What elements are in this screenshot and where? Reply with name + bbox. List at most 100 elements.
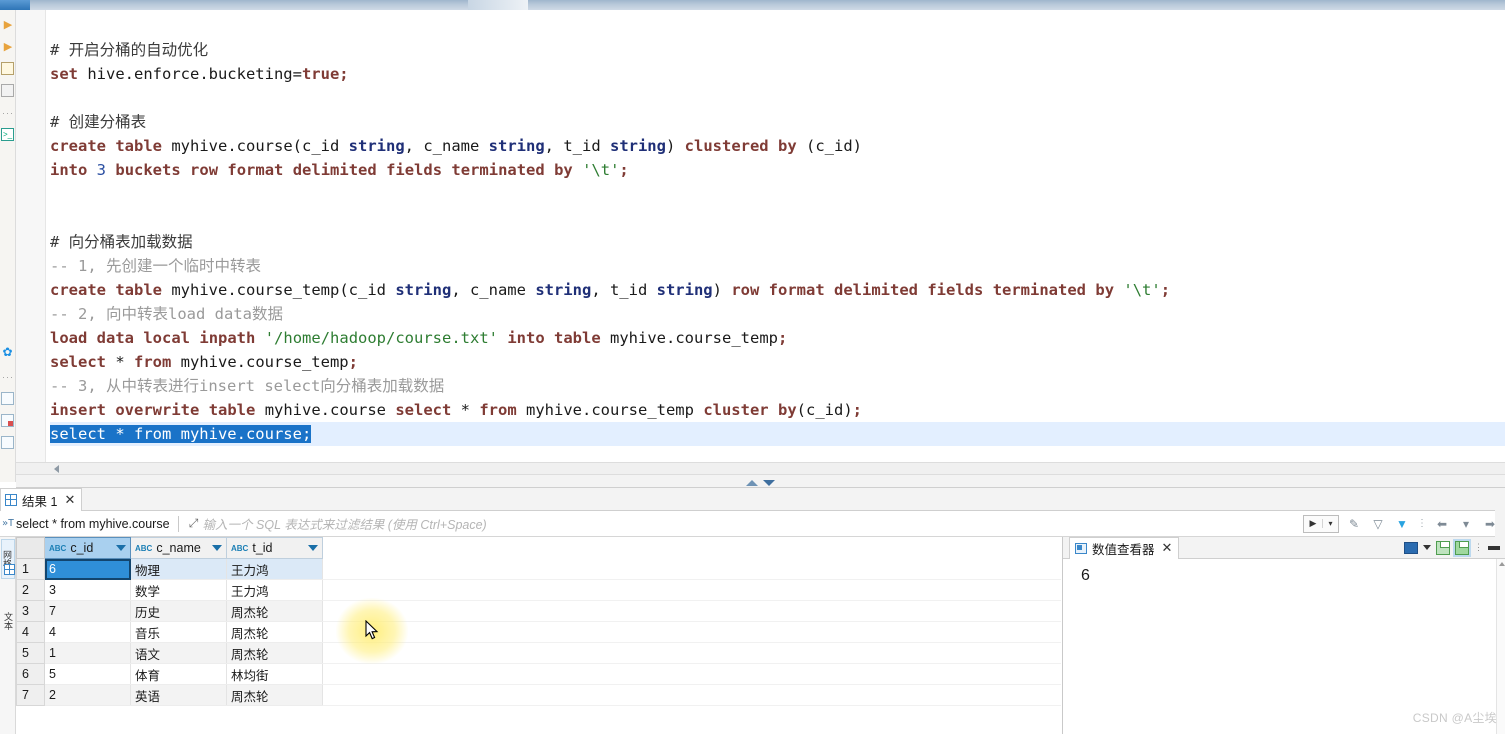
code-line[interactable]: select * from myhive.course_temp; <box>50 350 1505 374</box>
code-line[interactable]: create table myhive.course_temp(c_id str… <box>50 278 1505 302</box>
execute-statement-icon[interactable]: ▶ <box>1 18 15 32</box>
editor-results-splitter[interactable] <box>16 474 1505 488</box>
splitter-arrows[interactable] <box>746 478 782 488</box>
titlebar-active-tab[interactable] <box>0 0 30 10</box>
cell-c_name[interactable]: 历史 <box>130 600 227 622</box>
cell-t_id[interactable]: 王力鸿 <box>226 579 323 601</box>
code-line[interactable]: into 3 buckets row format delimited fiel… <box>50 158 1505 182</box>
table-row[interactable]: 7 2 英语 周杰轮 <box>16 684 1061 706</box>
code-line[interactable]: insert overwrite table myhive.course sel… <box>50 398 1505 422</box>
code-line[interactable] <box>50 206 1505 230</box>
toolbar-overflow-icon[interactable]: ··· <box>1 106 15 120</box>
table-row[interactable]: 3 7 历史 周杰轮 <box>16 600 1061 622</box>
table-row[interactable]: 5 1 语文 周杰轮 <box>16 642 1061 664</box>
apply-filter-button-group[interactable]: ▶ ▾ <box>1303 514 1339 533</box>
cell-t_id[interactable]: 周杰轮 <box>226 684 323 706</box>
code-line[interactable]: load data local inpath '/home/hadoop/cou… <box>50 326 1505 350</box>
table-row[interactable]: 2 3 数学 王力鸿 <box>16 579 1061 601</box>
chevron-down-icon[interactable] <box>308 545 318 551</box>
table-row[interactable]: 1 6 物理 王力鸿 <box>16 558 1061 580</box>
scroll-up-arrow-icon[interactable] <box>1499 562 1505 566</box>
filter-input-placeholder[interactable]: 输入一个 SQL 表达式来过滤结果 (使用 Ctrl+Space) <box>203 514 487 533</box>
value-viewer-scrollbar[interactable] <box>1496 559 1505 734</box>
code-line[interactable]: -- 3, 从中转表进行insert select向分桶表加载数据 <box>50 374 1505 398</box>
code-line[interactable]: create table myhive.course(c_id string, … <box>50 134 1505 158</box>
column-header-c_id[interactable]: ABC c_id <box>44 537 131 559</box>
code-line[interactable]: select * from myhive.course; <box>50 422 1505 446</box>
tab-value-viewer[interactable]: 数值查看器 ✕ <box>1069 536 1180 559</box>
cell-t_id[interactable]: 周杰轮 <box>226 600 323 622</box>
cell-t_id[interactable]: 王力鸿 <box>226 558 323 580</box>
explain-execution-plan-icon[interactable] <box>1 84 14 97</box>
code-line[interactable]: # 创建分桶表 <box>50 110 1505 134</box>
row-number-cell[interactable]: 7 <box>16 684 45 706</box>
save-filter-icon[interactable]: ▽ <box>1369 517 1387 531</box>
filter-overflow-icon[interactable]: ⋮ <box>1417 518 1427 529</box>
code-line[interactable] <box>50 182 1505 206</box>
close-icon[interactable]: ✕ <box>1162 540 1173 556</box>
play-icon[interactable]: ▶ <box>1304 518 1322 529</box>
code-line[interactable]: -- 1, 先创建一个临时中转表 <box>50 254 1505 278</box>
cell-c_name[interactable]: 物理 <box>130 558 227 580</box>
cell-c_name[interactable]: 数学 <box>130 579 227 601</box>
presentation-tab-text[interactable]: 文本 <box>1 599 15 643</box>
load-value-icon[interactable] <box>1455 540 1469 555</box>
close-icon[interactable]: ✕ <box>64 492 75 508</box>
chevron-down-icon[interactable] <box>1423 545 1431 550</box>
code-line[interactable]: # 向分桶表加载数据 <box>50 230 1505 254</box>
column-header-c_name[interactable]: ABC c_name <box>130 537 227 559</box>
row-number-cell[interactable]: 4 <box>16 621 45 643</box>
clear-filter-icon[interactable]: ✎ <box>1345 517 1363 531</box>
table-row[interactable]: 4 4 音乐 周杰轮 <box>16 621 1061 643</box>
code-line[interactable]: # 开启分桶的自动优化 <box>50 38 1505 62</box>
sql-editor[interactable]: # 开启分桶的自动优化 set hive.enforce.bucketing=tr… <box>16 10 1505 462</box>
cell-c_id[interactable]: 3 <box>44 579 131 601</box>
results-data-grid[interactable]: ABC c_id ABC c_name ABC t_id 1 6 物理 王力鸿 2 3 数学 王力鸿 3 7… <box>16 537 1061 706</box>
execute-script-icon[interactable]: ▶ <box>1 40 15 54</box>
grid-body[interactable]: 1 6 物理 王力鸿 2 3 数学 王力鸿 3 7 历史 周杰轮 4 4 音乐 周杰轮 5 1 语文 周杰轮 6 5 体育林… <box>16 558 1061 706</box>
filter-query-text[interactable]: select * from myhive.course <box>16 517 170 531</box>
code-line[interactable]: -- 2, 向中转表load data数据 <box>50 302 1505 326</box>
row-number-cell[interactable]: 5 <box>16 642 45 664</box>
cell-c_name[interactable]: 语文 <box>130 642 227 664</box>
chevron-down-icon[interactable]: ▾ <box>1322 519 1338 528</box>
row-number-header[interactable] <box>16 537 45 559</box>
view-as-book-icon[interactable] <box>1404 541 1418 554</box>
cell-c_id[interactable]: 6 <box>44 558 131 580</box>
history-back-icon[interactable]: ⬅ <box>1433 517 1451 531</box>
chevron-down-icon[interactable] <box>212 545 222 551</box>
import-from-file-icon[interactable] <box>1 414 14 427</box>
cell-t_id[interactable]: 周杰轮 <box>226 621 323 643</box>
filter-funnel-icon[interactable]: ▼ <box>1393 517 1411 531</box>
execute-in-new-tab-icon[interactable] <box>1 62 14 75</box>
cell-c_id[interactable]: 1 <box>44 642 131 664</box>
value-viewer-overflow-icon[interactable]: ⋮ <box>1474 543 1483 552</box>
selected-statement[interactable]: select * from myhive.course; <box>50 425 312 443</box>
cell-c_name[interactable]: 体育 <box>130 663 227 685</box>
minimize-icon[interactable] <box>1488 545 1500 550</box>
chevron-down-icon[interactable] <box>116 545 126 551</box>
row-number-cell[interactable]: 6 <box>16 663 45 685</box>
code-line[interactable] <box>50 86 1505 110</box>
cell-c_id[interactable]: 5 <box>44 663 131 685</box>
cell-c_name[interactable]: 英语 <box>130 684 227 706</box>
results-grid-container[interactable]: ABC c_id ABC c_name ABC t_id 1 6 物理 王力鸿 2 3 数学 王力鸿 3 7… <box>16 537 1062 734</box>
presentation-tab-grid[interactable]: 网格 <box>1 539 15 579</box>
cell-t_id[interactable]: 林均街 <box>226 663 323 685</box>
more-options-icon[interactable]: ··· <box>1 370 15 384</box>
cell-c_name[interactable]: 音乐 <box>130 621 227 643</box>
scroll-left-arrow-icon[interactable] <box>54 465 59 473</box>
editor-horizontal-scrollbar[interactable] <box>16 462 1505 474</box>
collapse-down-icon[interactable] <box>763 480 775 486</box>
table-row[interactable]: 6 5 体育 林均街 <box>16 663 1061 685</box>
code-line[interactable]: set hive.enforce.bucketing=true; <box>50 62 1505 86</box>
history-dropdown-icon[interactable]: ▾ <box>1457 517 1475 531</box>
export-to-file-icon[interactable] <box>1 392 14 405</box>
sql-code-area[interactable]: # 开启分桶的自动优化 set hive.enforce.bucketing=tr… <box>50 38 1505 462</box>
expand-filter-icon[interactable]: ⤢ <box>185 516 203 531</box>
cell-c_id[interactable]: 7 <box>44 600 131 622</box>
value-viewer-body[interactable]: 6 <box>1063 559 1505 734</box>
column-header-t_id[interactable]: ABC t_id <box>226 537 323 559</box>
open-sql-console-icon[interactable]: >_ <box>1 128 14 141</box>
collapse-up-icon[interactable] <box>746 480 758 486</box>
